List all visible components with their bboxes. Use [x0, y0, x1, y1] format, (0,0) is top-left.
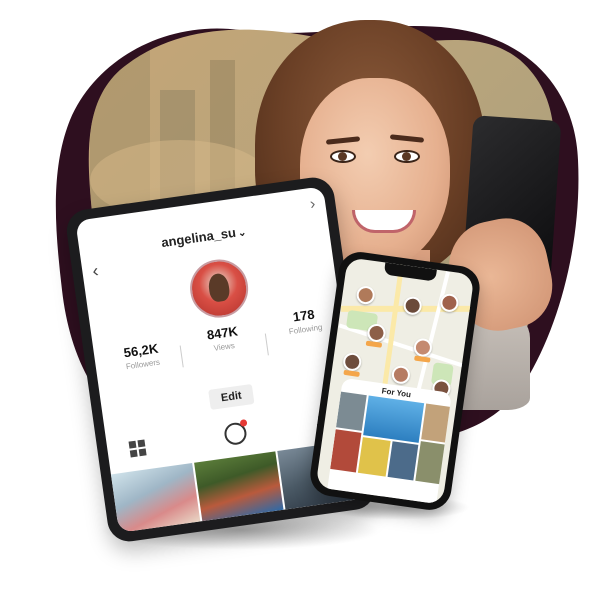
- map-screen: For You: [315, 257, 475, 505]
- map-pin-label: [414, 355, 431, 363]
- grid-icon[interactable]: [128, 439, 147, 458]
- feed-thumbnail[interactable]: [357, 437, 391, 477]
- stat-divider: [264, 333, 269, 356]
- edit-profile-button[interactable]: Edit: [208, 383, 255, 410]
- feed-thumbnail[interactable]: [421, 403, 452, 444]
- profile-stats: 56,2K Followers 847K Views 178 Following: [93, 307, 348, 399]
- stat-views[interactable]: 847K Views: [187, 321, 260, 356]
- notification-dot: [239, 419, 248, 427]
- chevron-down-icon: ⌄: [237, 227, 248, 240]
- map-pin-label: [365, 340, 383, 348]
- avatar[interactable]: [186, 255, 252, 322]
- feed-thumbnail[interactable]: [387, 441, 419, 481]
- map-pin[interactable]: [355, 284, 376, 306]
- phone-notch: [383, 262, 437, 282]
- chevron-right-icon[interactable]: ›: [309, 195, 317, 214]
- chevron-left-icon[interactable]: ‹: [91, 260, 100, 282]
- feed-thumbnail[interactable]: [363, 395, 425, 443]
- map-pin-label: [343, 369, 360, 377]
- photo-tile[interactable]: [194, 451, 284, 522]
- stat-divider: [179, 345, 184, 368]
- map-pin[interactable]: [402, 295, 423, 316]
- stat-followers[interactable]: 56,2K Followers: [105, 338, 178, 373]
- profile-username[interactable]: angelina_su⌄: [79, 212, 329, 262]
- photo-tile[interactable]: [110, 463, 201, 533]
- feed-thumbnail[interactable]: [330, 429, 362, 473]
- username-text: angelina_su: [160, 224, 237, 251]
- feed-thumbnail[interactable]: [335, 391, 367, 431]
- feed-thumbnail[interactable]: [415, 441, 451, 485]
- for-you-panel: For You: [327, 377, 452, 504]
- chat-icon[interactable]: [223, 419, 248, 447]
- map-pin[interactable]: [390, 364, 412, 385]
